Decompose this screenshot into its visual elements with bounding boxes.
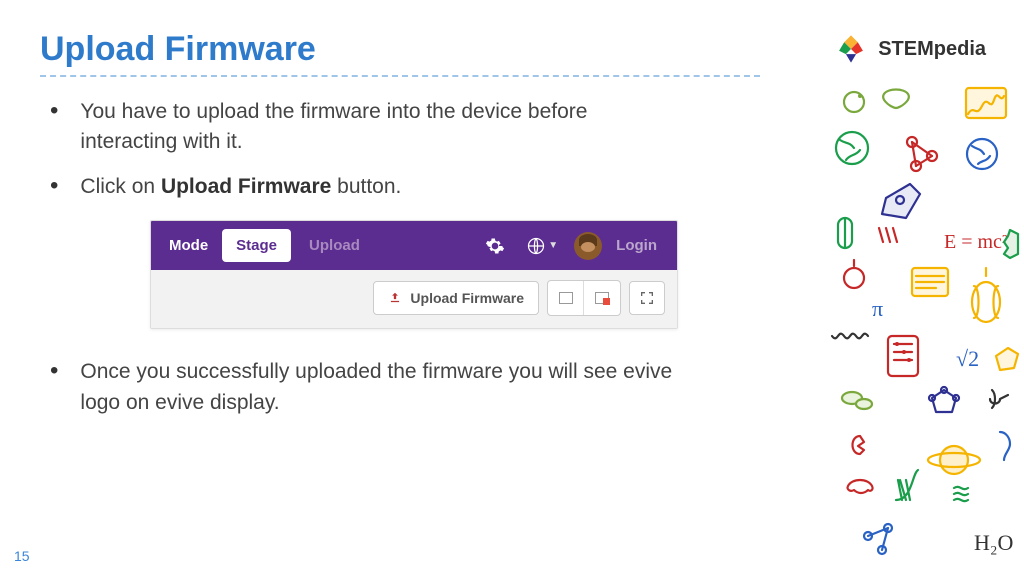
divider bbox=[40, 75, 760, 77]
mode-label: Mode bbox=[163, 229, 218, 262]
decorative-sidebar: E = mc² π √2 H₂O bbox=[824, 80, 1024, 570]
brand-logo-icon bbox=[834, 32, 868, 66]
list-item: Click on Upload Firmware button. bbox=[40, 172, 690, 202]
app-screenshot: Mode Stage Upload ▼ Login Upload Firmwar… bbox=[150, 220, 678, 329]
upload-firmware-label: Upload Firmware bbox=[410, 290, 524, 306]
bullet-text-bold: Upload Firmware bbox=[161, 175, 331, 198]
login-link[interactable]: Login bbox=[616, 237, 657, 254]
bullet-list-2: Once you successfully uploaded the firmw… bbox=[40, 357, 690, 418]
list-item: Once you successfully uploaded the firmw… bbox=[40, 357, 690, 418]
layout-single-icon bbox=[559, 292, 573, 304]
page-number: 15 bbox=[14, 548, 30, 564]
fullscreen-icon bbox=[639, 290, 655, 306]
layout-group bbox=[547, 280, 621, 316]
bullet-text: Once you successfully uploaded the firmw… bbox=[80, 357, 690, 418]
svg-text:π: π bbox=[872, 296, 883, 321]
brand-text: STEMpedia bbox=[878, 38, 986, 61]
layout-split-icon bbox=[595, 292, 609, 304]
svg-text:E = mc²: E = mc² bbox=[944, 231, 1008, 253]
bullet-text: You have to upload the firmware into the… bbox=[80, 97, 690, 158]
gear-icon[interactable] bbox=[482, 233, 508, 259]
bullet-list: You have to upload the firmware into the… bbox=[40, 97, 690, 202]
chevron-down-icon: ▼ bbox=[548, 240, 558, 251]
bullet-text-pre: Click on bbox=[80, 175, 161, 198]
list-item: You have to upload the firmware into the… bbox=[40, 97, 690, 158]
upload-firmware-button[interactable]: Upload Firmware bbox=[373, 281, 539, 315]
avatar[interactable] bbox=[574, 232, 602, 260]
bullet-text-post: button. bbox=[331, 175, 401, 198]
layout-single-button[interactable] bbox=[548, 281, 584, 315]
app-subbar: Upload Firmware bbox=[151, 270, 677, 328]
language-dropdown[interactable]: ▼ bbox=[526, 236, 558, 256]
svg-text:H₂O: H₂O bbox=[974, 530, 1013, 555]
tab-upload[interactable]: Upload bbox=[295, 229, 374, 262]
fullscreen-button[interactable] bbox=[629, 281, 665, 315]
tab-stage[interactable]: Stage bbox=[222, 229, 291, 262]
brand: STEMpedia bbox=[834, 32, 986, 66]
upload-icon bbox=[388, 291, 402, 305]
layout-split-button[interactable] bbox=[584, 281, 620, 315]
svg-text:√2: √2 bbox=[956, 346, 979, 371]
app-toolbar: Mode Stage Upload ▼ Login bbox=[151, 221, 677, 270]
